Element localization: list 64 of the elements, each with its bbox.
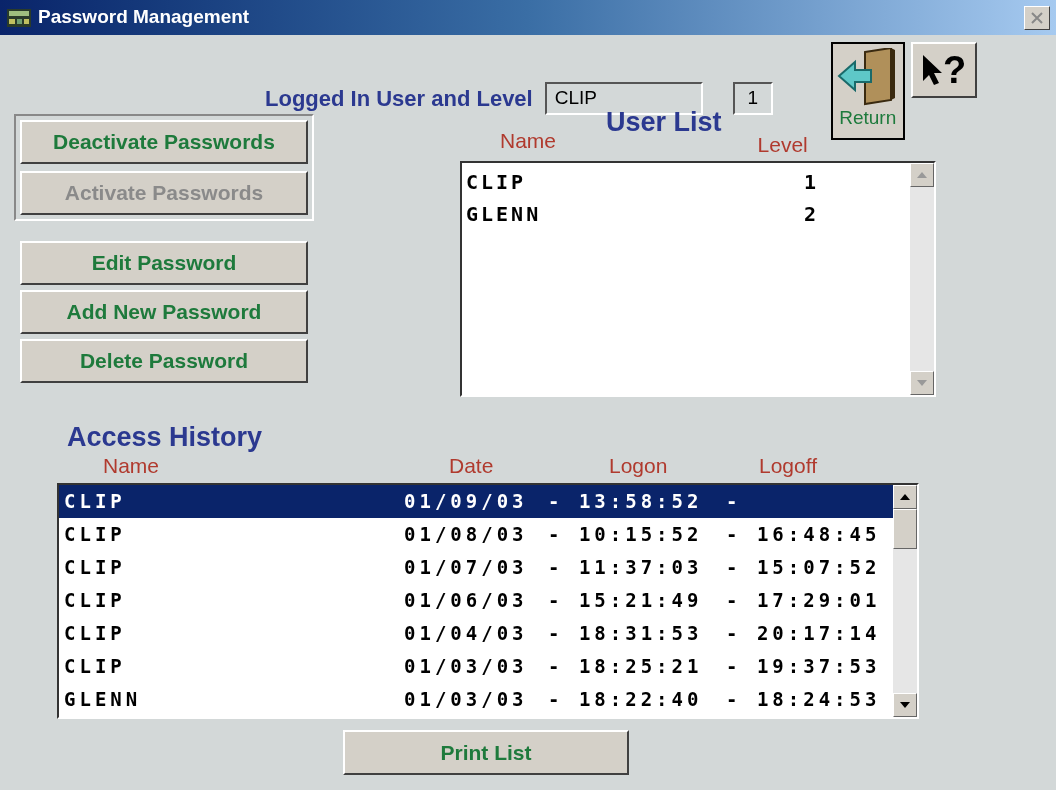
time-cell-text: - 10:15:52: [548, 522, 704, 548]
column-header: Date: [449, 453, 495, 479]
logged-in-label: Logged In User and Level: [265, 85, 533, 113]
time-cell-text: - 13:58:52: [548, 489, 704, 515]
scroll-down-button[interactable]: [893, 693, 917, 717]
down-arrow-icon: [900, 702, 910, 708]
action-button[interactable]: Deactivate Passwords: [20, 120, 308, 164]
name-cell-text: CLIP: [64, 621, 127, 647]
window-title: Password Management: [38, 5, 250, 30]
app-icon: [6, 7, 32, 28]
user-row[interactable]: GLENN 2: [462, 198, 910, 230]
time-cell-text: - 18:24:53: [726, 687, 881, 713]
date-cell-text: 01/07/03: [404, 555, 529, 581]
time-cell-text: - 20:17:14: [726, 621, 881, 647]
user-row[interactable]: CLIP 1: [462, 166, 910, 198]
time-cell-text: - 18:31:53: [548, 621, 704, 647]
action-button[interactable]: Add New Password: [20, 290, 308, 334]
date-cell-text: 01/06/03: [404, 588, 529, 614]
down-arrow-icon: [917, 380, 927, 386]
column-header: Logoff: [759, 453, 817, 479]
user-level: 1: [804, 169, 820, 196]
close-button[interactable]: [1024, 5, 1050, 30]
scroll-thumb[interactable]: [893, 509, 917, 549]
date-cell-text: 01/04/03: [404, 621, 529, 647]
close-icon: [1030, 11, 1044, 24]
name-cell-text: CLIP: [64, 555, 127, 581]
user-level: 2: [804, 201, 820, 228]
scrollbar[interactable]: [893, 485, 917, 717]
action-button[interactable]: Edit Password: [20, 241, 308, 285]
action-button[interactable]: Delete Password: [20, 339, 308, 383]
pointer-icon: [921, 53, 944, 87]
name-cell-text: CLIP: [64, 489, 127, 515]
time-cell-text: - 11:37:03: [548, 555, 704, 581]
name-cell-text: CLIP: [64, 654, 127, 680]
column-header: Logon: [609, 453, 669, 479]
history-row[interactable]: CLIP 01/09/03 - 13:58:52 -: [59, 485, 893, 518]
time-cell-text: -: [726, 489, 742, 515]
column-header: Name: [103, 453, 161, 479]
return-button[interactable]: Return: [830, 42, 905, 140]
time-cell-text: - 18:25:21: [548, 654, 704, 680]
time-cell-text: - 15:21:49: [548, 588, 704, 614]
up-arrow-icon: [917, 172, 927, 178]
name-cell-text: GLENN: [64, 687, 143, 713]
help-button[interactable]: ?: [910, 42, 977, 98]
scroll-up-button[interactable]: [893, 485, 917, 509]
date-cell-text: 01/03/03: [404, 687, 529, 713]
time-cell-text: - 15:07:52: [726, 555, 881, 581]
level-field: 1: [732, 82, 773, 115]
time-cell-text: - 16:48:45: [726, 522, 881, 548]
user-name: CLIP: [466, 169, 528, 196]
user-name: GLENN: [466, 201, 543, 228]
time-cell-text: - 18:22:40: [548, 687, 704, 713]
date-cell-text: 01/03/03: [404, 654, 529, 680]
column-header: Name: [500, 127, 557, 154]
name-cell-text: CLIP: [64, 522, 127, 548]
time-cell-text: - 17:29:01: [726, 588, 881, 614]
column-header: Level: [757, 131, 808, 158]
time-cell-text: - 19:37:53: [726, 654, 881, 680]
up-arrow-icon: [900, 494, 910, 500]
print-list-button[interactable]: Print List: [343, 730, 629, 775]
name-cell-text: CLIP: [64, 588, 127, 614]
section-title: Access History: [67, 421, 264, 453]
date-cell-text: 01/08/03: [404, 522, 529, 548]
date-cell-text: 01/09/03: [404, 489, 529, 515]
